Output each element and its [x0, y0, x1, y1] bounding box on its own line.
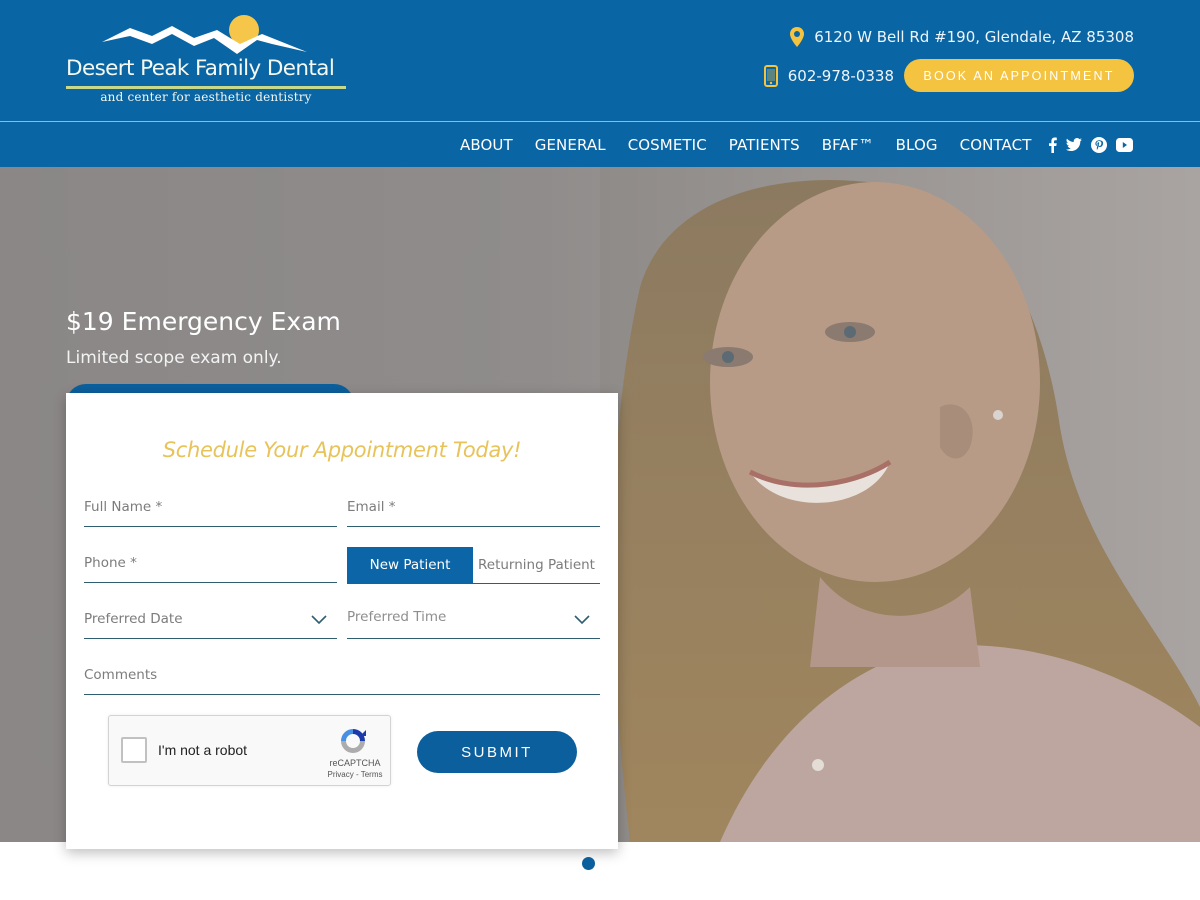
mobile-phone-icon [763, 64, 778, 87]
recaptcha-brand: reCAPTCHA [329, 758, 381, 768]
comments-placeholder: Comments [84, 667, 158, 683]
logo-subtitle: and center for aesthetic dentistry [100, 90, 312, 104]
nav-item-bfaf[interactable]: BFAF™ [822, 136, 874, 154]
email-placeholder: Email * [347, 499, 396, 515]
appointment-form: Schedule Your Appointment Today! Full Na… [66, 393, 618, 849]
email-input[interactable]: Email * [347, 491, 600, 527]
recaptcha-logo-icon [341, 729, 366, 753]
comments-textarea[interactable]: Comments [84, 659, 600, 695]
nav-links: ABOUT GENERAL COSMETIC PATIENTS BFAF™ BL… [460, 122, 1053, 167]
form-title: Schedule Your Appointment Today! [162, 438, 522, 462]
recaptcha-label: I'm not a robot [158, 742, 248, 758]
nav-item-general[interactable]: GENERAL [535, 136, 606, 154]
nav-item-blog[interactable]: BLOG [896, 136, 938, 154]
hero-title: $19 Emergency Exam [66, 307, 341, 336]
slider-dot-active[interactable] [582, 857, 595, 870]
phone-placeholder: Phone * [84, 555, 137, 571]
smiling-woman-photo [600, 167, 1200, 842]
chevron-down-icon [311, 615, 327, 625]
phone-input[interactable]: Phone * [84, 547, 337, 583]
recaptcha-privacy-terms[interactable]: Privacy - Terms [324, 770, 386, 779]
phone-number: 602-978-0338 [787, 66, 894, 85]
logo-underline [66, 86, 346, 89]
preferred-time-placeholder: Preferred Time [347, 609, 447, 625]
nav-item-patients[interactable]: PATIENTS [729, 136, 800, 154]
main-nav: ABOUT GENERAL COSMETIC PATIENTS BFAF™ BL… [0, 122, 1200, 167]
preferred-date-placeholder: Preferred Date [84, 611, 183, 627]
recaptcha-checkbox[interactable] [121, 737, 147, 763]
chevron-down-icon [574, 615, 590, 625]
patient-type-toggle: New Patient Returning Patient [347, 547, 600, 584]
twitter-icon[interactable] [1066, 137, 1082, 152]
facebook-icon[interactable] [1048, 137, 1057, 153]
book-appointment-button[interactable]: BOOK AN APPOINTMENT [904, 59, 1134, 92]
hero-subtitle: Limited scope exam only. [66, 348, 282, 368]
new-patient-option[interactable]: New Patient [347, 547, 473, 583]
nav-item-contact[interactable]: CONTACT [960, 136, 1032, 154]
mountain-sun-logo-icon [102, 15, 307, 54]
nav-item-about[interactable]: ABOUT [460, 136, 513, 154]
map-pin-icon [790, 27, 805, 47]
youtube-icon[interactable] [1116, 137, 1133, 152]
returning-patient-option[interactable]: Returning Patient [473, 547, 600, 583]
address[interactable]: 6120 W Bell Rd #190, Glendale, AZ 85308 [790, 27, 1134, 47]
nav-item-cosmetic[interactable]: COSMETIC [628, 136, 707, 154]
site-header: Desert Peak Family Dental and center for… [0, 0, 1200, 121]
full-name-placeholder: Full Name * [84, 499, 163, 515]
social-links [1048, 122, 1133, 167]
phone-link[interactable]: 602-978-0338 [763, 64, 894, 87]
logo-title: Desert Peak Family Dental [66, 56, 335, 81]
full-name-input[interactable]: Full Name * [84, 491, 337, 527]
logo[interactable]: Desert Peak Family Dental and center for… [66, 14, 348, 108]
contact-row: 602-978-0338 BOOK AN APPOINTMENT [763, 59, 1134, 92]
preferred-time-select[interactable]: Preferred Time [347, 603, 600, 639]
address-text: 6120 W Bell Rd #190, Glendale, AZ 85308 [814, 28, 1134, 46]
pinterest-icon[interactable] [1091, 136, 1107, 153]
recaptcha-widget: I'm not a robot reCAPTCHA Privacy - Term… [108, 715, 391, 786]
preferred-date-select[interactable]: Preferred Date [84, 603, 337, 639]
submit-button[interactable]: SUBMIT [417, 731, 577, 773]
